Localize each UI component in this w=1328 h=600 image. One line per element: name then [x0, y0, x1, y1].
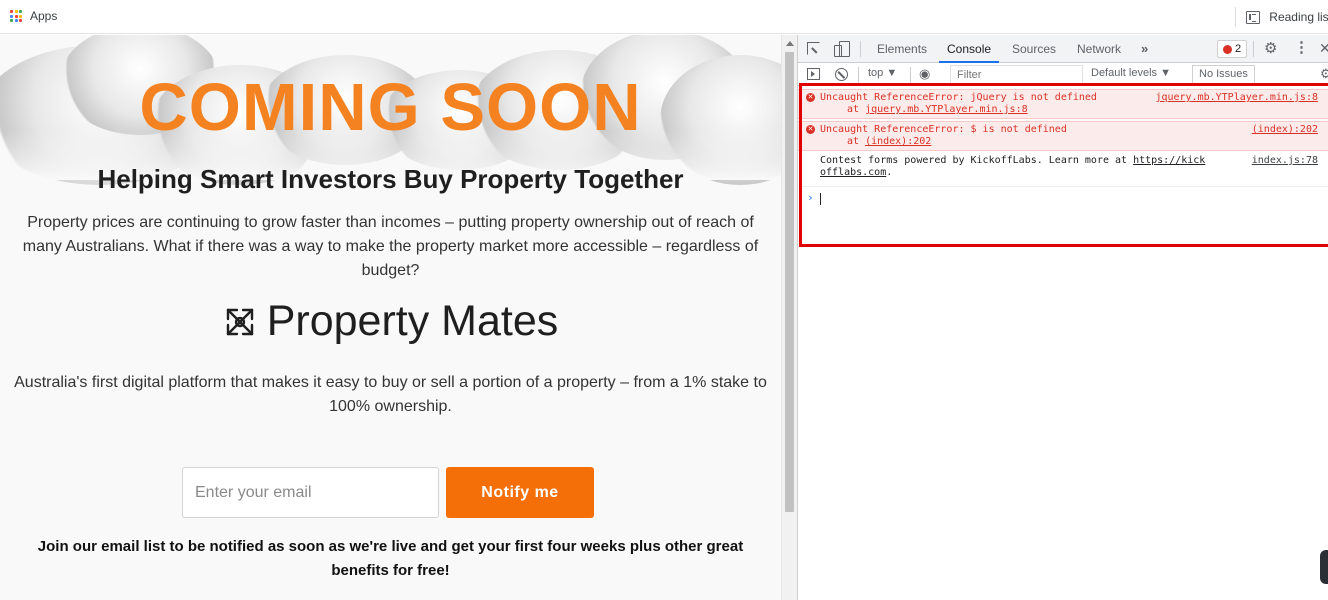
scroll-up-arrow-icon[interactable]: [786, 41, 794, 46]
kickofflabs-link-continued[interactable]: offlabs.com: [820, 167, 886, 178]
bookmarks-bar: Apps Reading list: [0, 0, 1328, 34]
settings-gear-icon[interactable]: ⚙: [1264, 40, 1277, 58]
apps-shortcut[interactable]: Apps: [10, 9, 57, 23]
error-count: 2: [1235, 43, 1242, 55]
console-message-error: ✕ Uncaught ReferenceError: jQuery is not…: [798, 89, 1328, 119]
console-prompt[interactable]: ›: [798, 191, 1328, 207]
console-settings-gear-icon[interactable]: ⚙: [1320, 66, 1328, 82]
scroll-thumb[interactable]: [785, 52, 794, 512]
issues-button[interactable]: No Issues: [1192, 65, 1255, 84]
console-filter-bar: top ▼ ◉ Default levels ▼ No Issues ⚙: [798, 64, 1328, 86]
console-filter-input[interactable]: [950, 65, 1083, 84]
reading-list-button[interactable]: Reading list: [1235, 7, 1328, 27]
tab-network[interactable]: Network: [1077, 35, 1121, 63]
kickofflabs-link[interactable]: https://kick: [1133, 155, 1205, 166]
brand-name: Property Mates: [266, 297, 559, 345]
coming-soon-heading: COMING SOON: [139, 70, 642, 145]
close-devtools-icon[interactable]: ✕: [1319, 39, 1328, 57]
console-output: ✕ Uncaught ReferenceError: jQuery is not…: [798, 87, 1328, 600]
brand-logo: Property Mates: [0, 297, 781, 346]
tab-elements[interactable]: Elements: [877, 35, 927, 63]
devtools-toolbar: Elements Console Sources Network » 2 ⚙ ⋮…: [798, 35, 1328, 63]
log-message-text-continued: offlabs.com.: [820, 167, 893, 178]
email-input[interactable]: [182, 467, 439, 518]
error-message-text: Uncaught ReferenceError: $ is not define…: [820, 124, 1067, 135]
live-expression-eye-icon[interactable]: ◉: [919, 66, 930, 82]
apps-label: Apps: [30, 9, 58, 23]
console-sidebar-icon[interactable]: [807, 68, 820, 80]
log-levels-dropdown[interactable]: Default levels ▼: [1091, 67, 1171, 79]
tab-console[interactable]: Console: [938, 35, 1000, 63]
notify-me-button[interactable]: Notify me: [446, 467, 594, 518]
error-stack-link[interactable]: (index):202: [865, 136, 931, 147]
error-source-link[interactable]: (index):202: [1252, 124, 1318, 135]
console-message-log: Contest forms powered by KickoffLabs. Le…: [798, 153, 1328, 187]
join-email-list-text: Join our email list to be notified as so…: [37, 538, 744, 579]
property-mates-logo-icon: [226, 308, 253, 335]
page-scrollbar[interactable]: [781, 35, 797, 600]
website-viewport: COMING SOON Helping Smart Investors Buy …: [0, 35, 781, 600]
error-message-text: Uncaught ReferenceError: jQuery is not d…: [820, 92, 1097, 103]
reading-list-icon: [1246, 10, 1261, 24]
floating-widget-tab[interactable]: [1320, 550, 1328, 584]
log-source-link[interactable]: index.js:78: [1252, 155, 1318, 166]
error-stack-link[interactable]: jquery.mb.YTPlayer.min.js:8: [865, 104, 1028, 115]
error-stack-line: at jquery.mb.YTPlayer.min.js:8: [847, 104, 1028, 115]
error-stack-line: at (index):202: [847, 136, 932, 147]
error-x-icon: ✕: [806, 93, 815, 102]
console-message-error: ✕ Uncaught ReferenceError: $ is not defi…: [798, 121, 1328, 151]
text-caret: [820, 193, 821, 205]
clear-console-icon[interactable]: [835, 68, 848, 81]
prompt-chevron-icon: ›: [807, 191, 814, 204]
error-x-icon: ✕: [806, 125, 815, 134]
log-message-text: Contest forms powered by KickoffLabs. Le…: [820, 155, 1206, 166]
reading-list-label: Reading list: [1269, 10, 1328, 24]
tagline-heading: Helping Smart Investors Buy Property Tog…: [97, 164, 684, 194]
apps-grid-icon: [10, 10, 22, 22]
devtools-panel: Elements Console Sources Network » 2 ⚙ ⋮…: [798, 35, 1328, 600]
tab-sources[interactable]: Sources: [1012, 35, 1056, 63]
error-source-link[interactable]: jquery.mb.YTPlayer.min.js:8: [1155, 92, 1318, 103]
more-options-icon[interactable]: ⋮: [1294, 39, 1309, 57]
intro-paragraph: Property prices are continuing to grow f…: [22, 214, 759, 279]
context-selector[interactable]: top ▼: [868, 67, 897, 79]
platform-description: Australia's first digital platform that …: [14, 374, 767, 415]
more-tabs-icon[interactable]: »: [1141, 41, 1148, 56]
inspect-element-icon[interactable]: [807, 42, 820, 55]
device-toolbar-icon[interactable]: [834, 41, 850, 57]
error-icon: [1223, 44, 1232, 54]
error-count-badge[interactable]: 2: [1217, 40, 1248, 58]
